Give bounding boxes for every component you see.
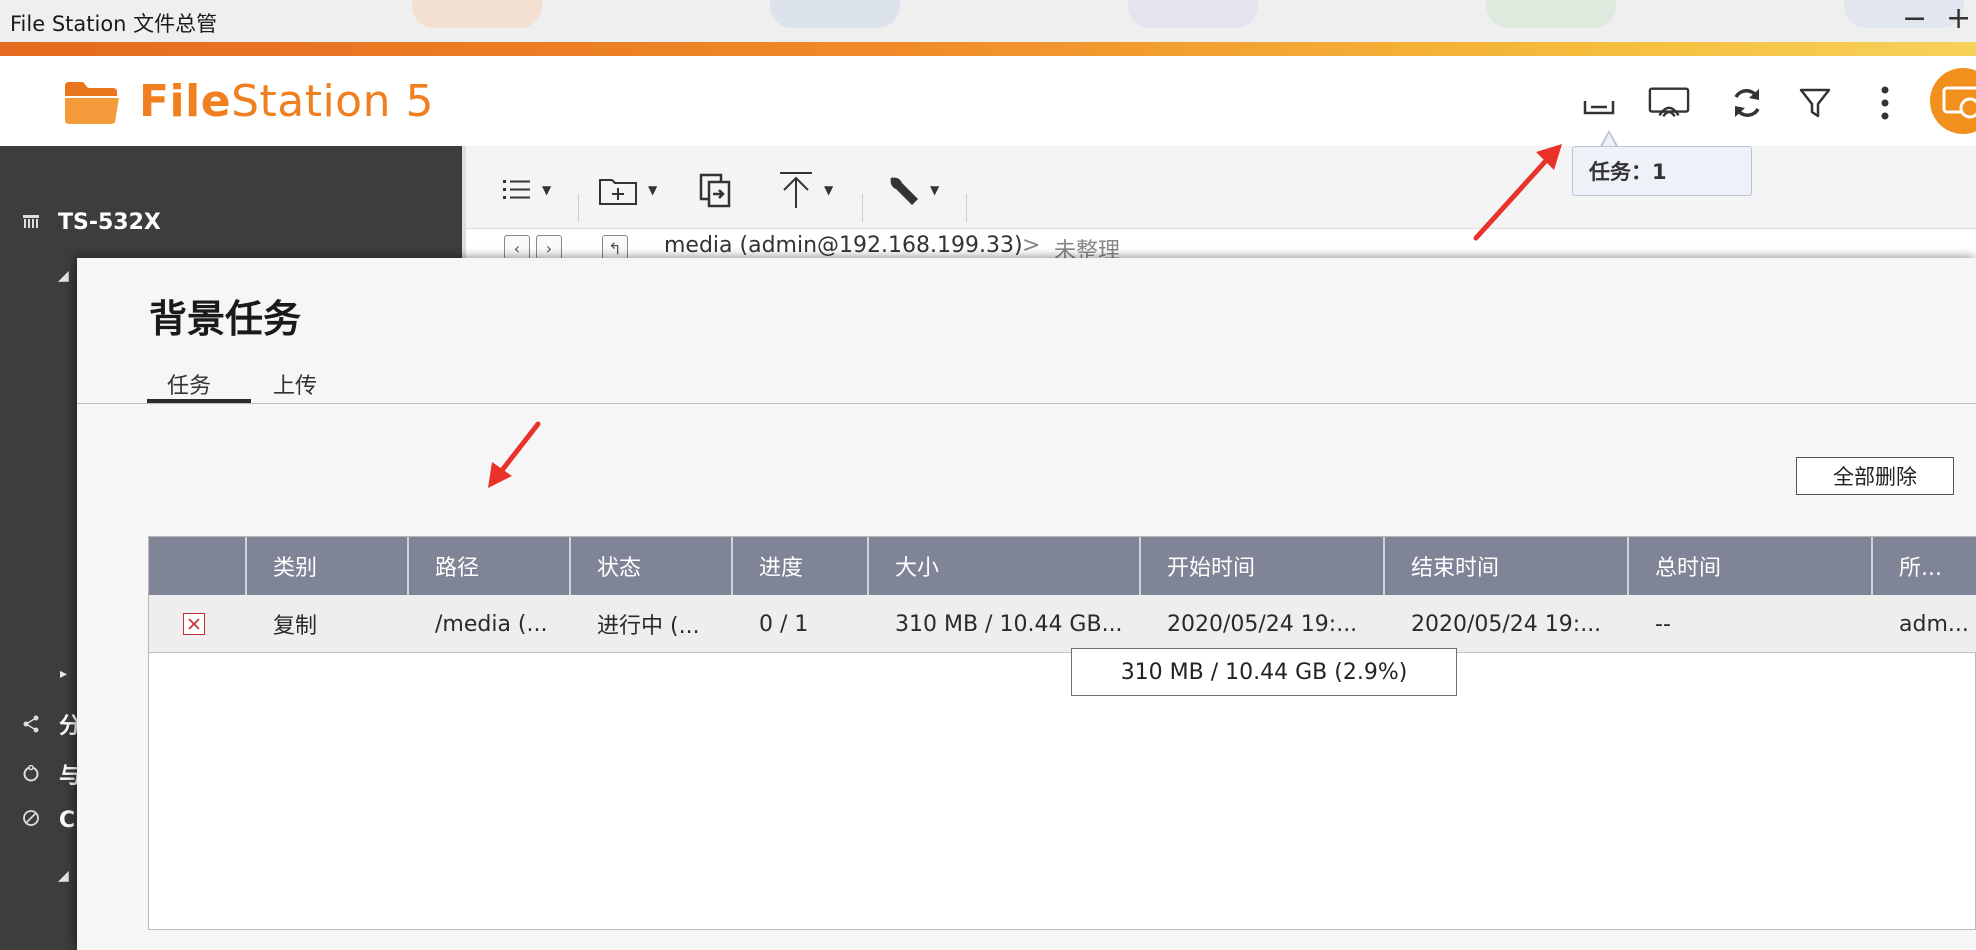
annotation-arrows: [488, 144, 1562, 488]
annotation-arrow-icon: [1473, 144, 1562, 241]
annotation-arrow-icon: [488, 421, 541, 488]
